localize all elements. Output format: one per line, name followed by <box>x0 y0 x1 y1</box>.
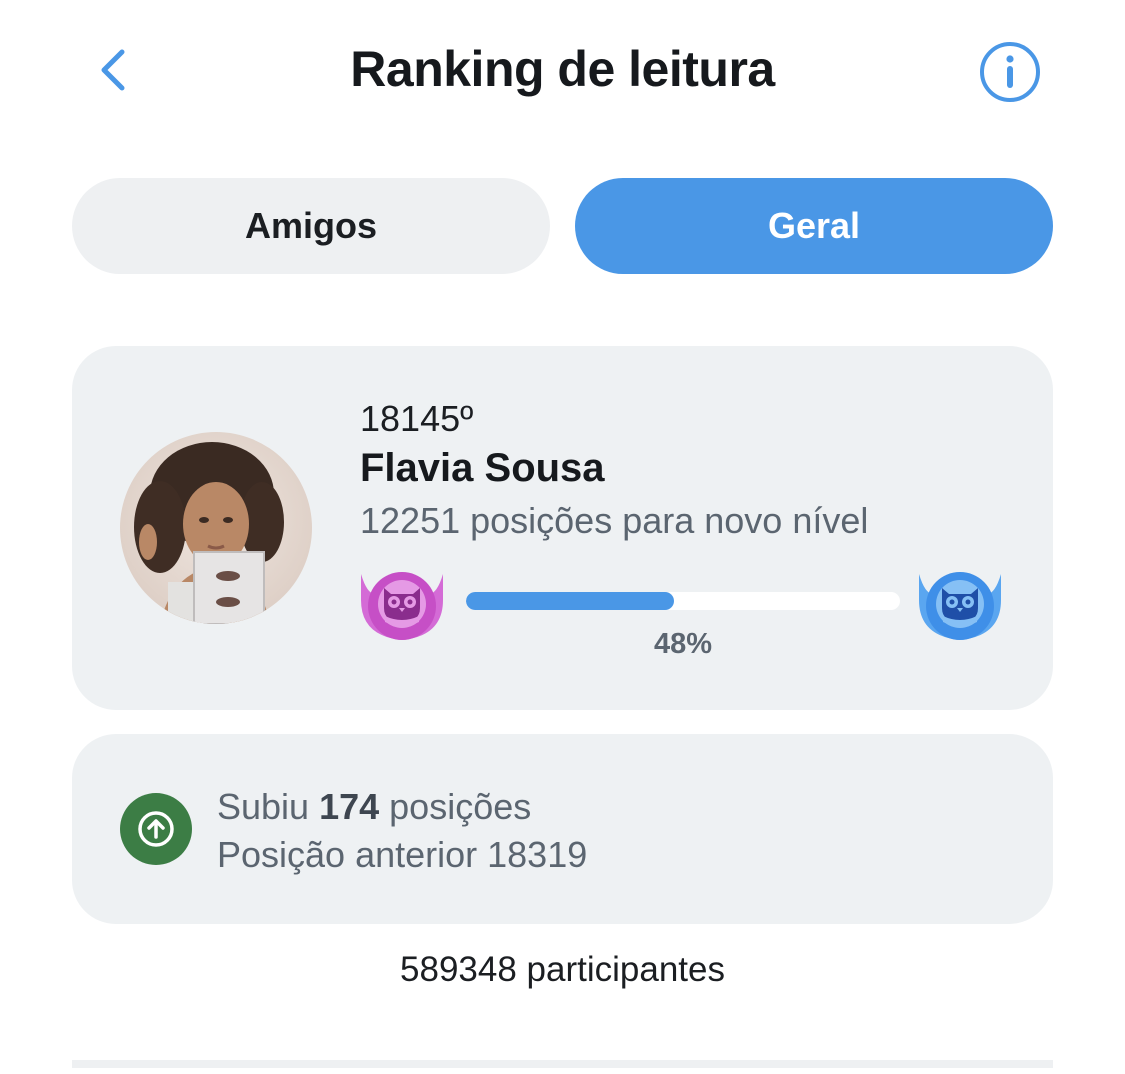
profile-card: 18145º Flavia Sousa 12251 posições para … <box>72 346 1053 710</box>
avatar[interactable] <box>120 432 312 624</box>
participants-count: 589348 participantes <box>400 950 725 989</box>
level-progress-bar <box>466 592 900 610</box>
page-title: Ranking de leitura <box>350 41 775 97</box>
previous-position: Posição anterior 18319 <box>217 834 588 875</box>
arrow-up-circle-icon <box>120 793 192 865</box>
info-icon <box>980 42 1040 102</box>
rank-change-text: Subiu 174 posições <box>217 786 532 827</box>
tab-friends[interactable]: Amigos <box>72 178 550 274</box>
header: Ranking de leitura <box>0 0 1125 140</box>
rank-position: 18145º <box>360 398 474 439</box>
info-button[interactable] <box>978 40 1042 104</box>
rank-change-count: 174 <box>319 786 380 827</box>
tab-general[interactable]: Geral <box>575 178 1053 274</box>
divider <box>72 1060 1053 1068</box>
tab-bar: Amigos Geral <box>72 178 1053 274</box>
level-progress-fill <box>466 592 675 610</box>
owl-badge-purple-icon <box>357 564 447 644</box>
positions-to-next-level: 12251 posições para novo nível <box>360 500 869 541</box>
rank-change-card: Subiu 174 posições Posição anterior 1831… <box>72 734 1053 924</box>
user-name: Flavia Sousa <box>360 446 605 490</box>
owl-badge-blue-icon <box>915 564 1005 644</box>
level-progress-percent: 48% <box>653 628 713 660</box>
